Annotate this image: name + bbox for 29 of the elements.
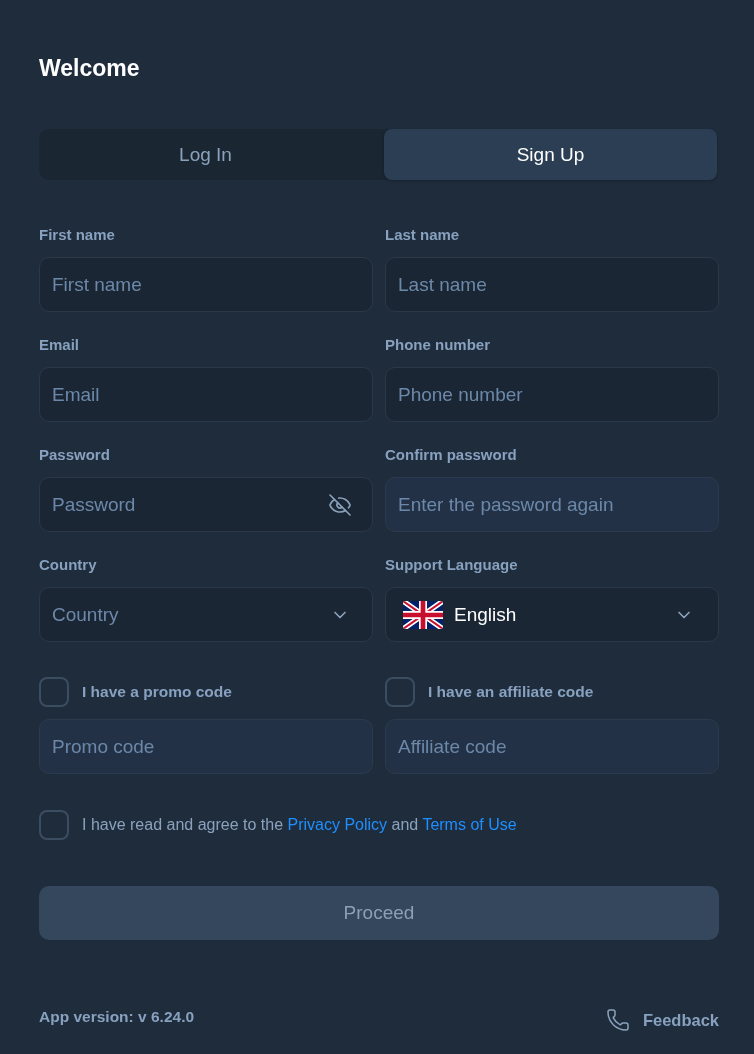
- field-label: Support Language: [385, 556, 519, 574]
- tab[interactable]: Sign Up: [384, 129, 717, 180]
- checkbox-label: I have a promo code: [82, 683, 232, 701]
- eye-off-icon[interactable]: [328, 492, 352, 517]
- text-link[interactable]: Privacy Policy: [287, 816, 388, 833]
- app-version: App version: v 6.24.0: [39, 1008, 195, 1026]
- field-label: First name: [39, 226, 116, 244]
- text-link[interactable]: Terms of Use: [422, 816, 517, 833]
- text-field[interactable]: Last name: [385, 257, 719, 312]
- field-label: Password: [39, 446, 111, 464]
- text-field[interactable]: Email: [39, 367, 373, 422]
- field-label: Last name: [385, 226, 461, 244]
- field-label: Email: [39, 336, 81, 354]
- text-field[interactable]: Phone number: [385, 367, 719, 422]
- uk-flag-icon: [403, 600, 443, 629]
- field-label: Country: [39, 556, 98, 574]
- password-field[interactable]: Password: [39, 477, 373, 532]
- field-label: Confirm password: [385, 446, 518, 464]
- agreement-text: I have read and agree to the Privacy Policy and Terms of Use: [82, 816, 517, 834]
- text-field[interactable]: First name: [39, 257, 373, 312]
- checkbox-label: I have an affiliate code: [428, 683, 594, 701]
- checkbox[interactable]: [39, 810, 69, 840]
- feedback-button[interactable]: Feedback: [605, 1008, 719, 1032]
- page-title: Welcome: [39, 55, 141, 81]
- field-label: Phone number: [385, 336, 491, 354]
- select-field[interactable]: Country: [39, 587, 373, 642]
- language-select[interactable]: English: [385, 587, 719, 642]
- tab[interactable]: Log In: [39, 129, 372, 180]
- phone-icon: [605, 1008, 630, 1032]
